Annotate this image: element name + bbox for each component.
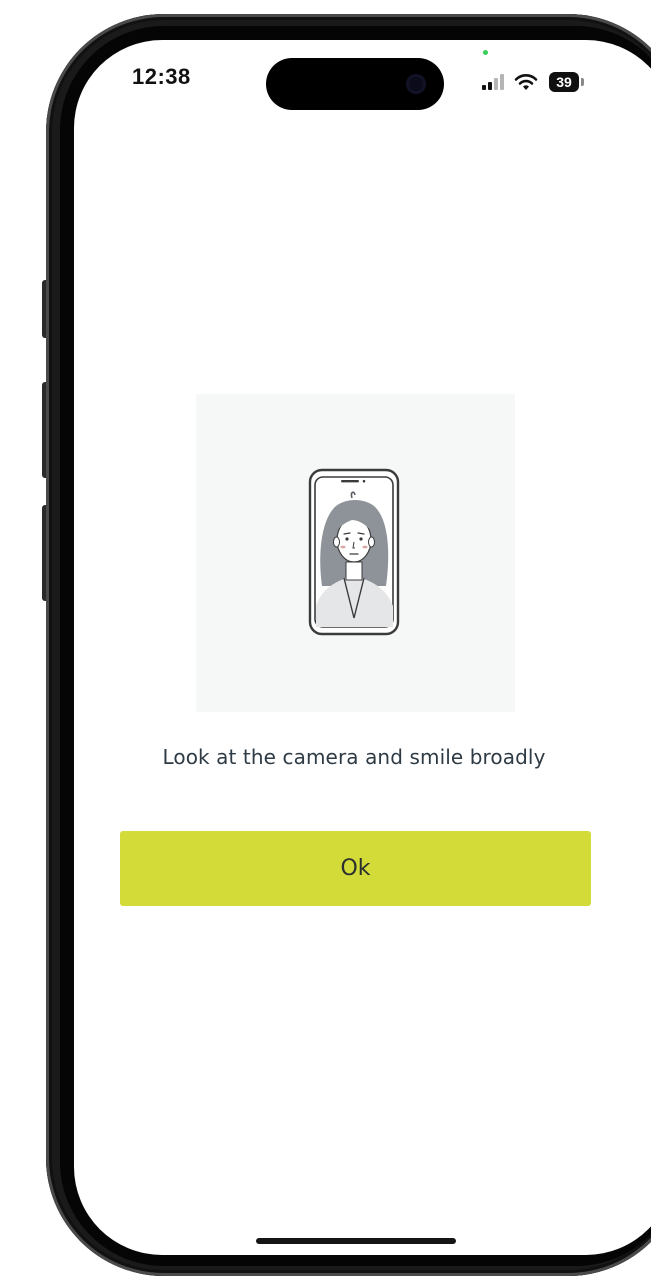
battery-cap	[581, 78, 584, 86]
cellular-signal-icon	[482, 74, 506, 90]
battery-level: 39	[556, 74, 572, 90]
wifi-icon	[514, 74, 538, 90]
front-camera-icon	[406, 74, 426, 94]
dynamic-island	[266, 58, 444, 110]
selfie-illustration-panel	[196, 394, 515, 712]
instruction-text: Look at the camera and smile broadly	[162, 745, 546, 769]
phone-screen: 12:38 39 Look at the camera and smile br…	[74, 40, 651, 1255]
privacy-indicator-dot	[483, 50, 488, 55]
device-mockup: 12:38 39 Look at the camera and smile br…	[0, 0, 651, 1277]
selfie-phone-icon	[308, 468, 400, 636]
home-indicator[interactable]	[256, 1238, 456, 1244]
battery-icon: 39	[549, 72, 579, 92]
ok-button[interactable]: Ok	[120, 831, 591, 906]
status-time: 12:38	[132, 64, 191, 89]
